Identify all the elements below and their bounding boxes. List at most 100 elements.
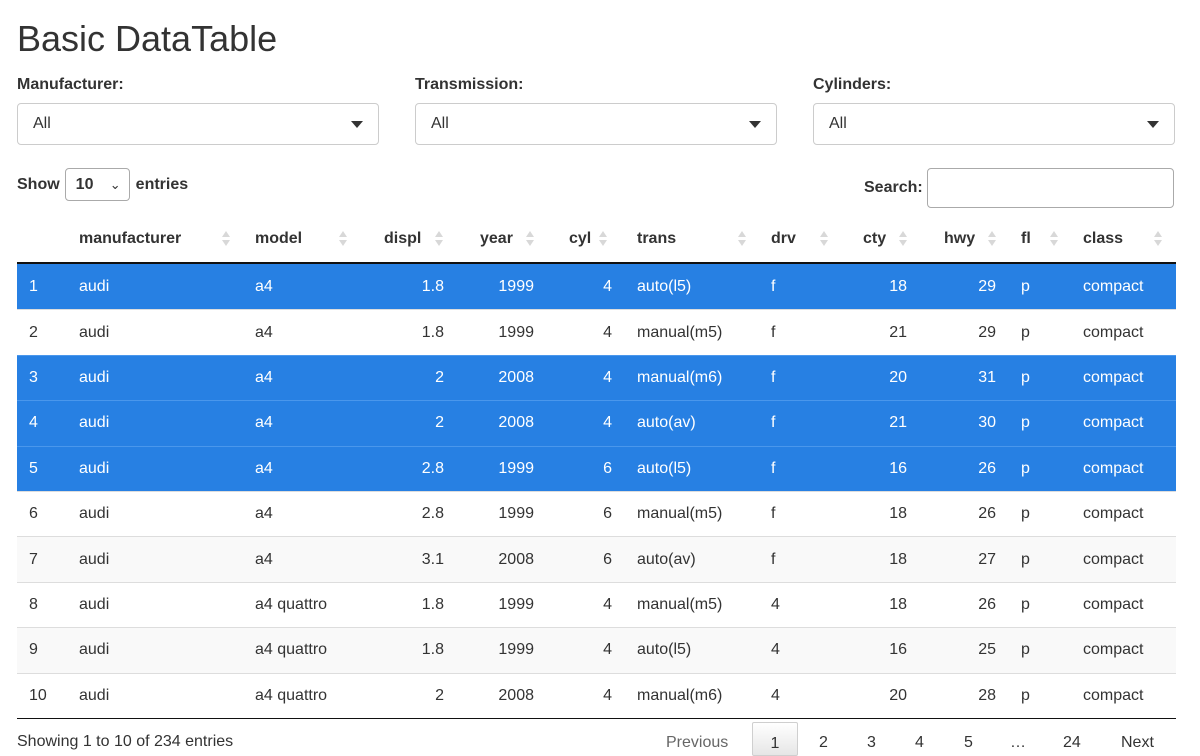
column-header-fl[interactable]: fl xyxy=(1021,216,1031,262)
cell-model: a4 quattro xyxy=(255,641,328,659)
cell-fl: p xyxy=(1021,414,1030,432)
cell-cyl: 4 xyxy=(603,323,612,341)
cell-hwy: 31 xyxy=(978,368,996,386)
page-button-4[interactable]: 4 xyxy=(915,734,924,752)
page-button-1[interactable]: 1 xyxy=(752,722,798,756)
sort-both-icon[interactable] xyxy=(221,229,231,249)
manufacturer-select[interactable]: All xyxy=(17,103,379,145)
datatable-page: Basic DataTable Manufacturer: All Transm… xyxy=(0,0,1200,756)
cell-displ: 1.8 xyxy=(421,277,444,295)
search-input[interactable] xyxy=(926,168,1174,208)
previous-page-button[interactable]: Previous xyxy=(666,734,728,752)
cell-year: 1999 xyxy=(498,323,534,341)
table-row[interactable]: 6 audi a4 2.8 1999 6 manual(m5) f 18 26 p compact xyxy=(17,490,1176,536)
search-control: Search: xyxy=(864,168,1174,208)
cell-class: compact xyxy=(1083,323,1144,341)
sort-both-icon[interactable] xyxy=(737,229,747,249)
sort-both-icon[interactable] xyxy=(819,229,829,249)
row-index: 8 xyxy=(29,595,38,613)
page-button-2[interactable]: 2 xyxy=(819,734,828,752)
cell-manufacturer: audi xyxy=(79,686,110,704)
cell-trans: auto(l5) xyxy=(637,277,692,295)
column-header-class[interactable]: class xyxy=(1083,216,1123,262)
cell-hwy: 30 xyxy=(978,414,996,432)
cell-trans: manual(m5) xyxy=(637,595,723,613)
pagination: Previous 1 2 3 4 5 … 24 Next xyxy=(0,722,1200,756)
cell-year: 2008 xyxy=(498,686,534,704)
column-header-year[interactable]: year xyxy=(480,216,513,262)
column-header-cyl[interactable]: cyl xyxy=(569,216,591,262)
sort-both-icon[interactable] xyxy=(987,229,997,249)
table-row[interactable]: 4 audi a4 2 2008 4 auto(av) f 21 30 p compact xyxy=(17,400,1176,446)
column-header-hwy[interactable]: hwy xyxy=(944,216,975,262)
page-title: Basic DataTable xyxy=(17,18,278,59)
table-row[interactable]: 7 audi a4 3.1 2008 6 auto(av) f 18 27 p compact xyxy=(17,536,1176,582)
cylinders-filter-label: Cylinders: xyxy=(813,76,892,93)
cell-cyl: 4 xyxy=(603,368,612,386)
transmission-filter: Transmission: All xyxy=(415,74,777,145)
sort-both-icon[interactable] xyxy=(434,229,444,249)
cell-class: compact xyxy=(1083,368,1144,386)
cell-trans: manual(m5) xyxy=(637,323,723,341)
sort-both-icon[interactable] xyxy=(338,229,348,249)
sort-both-icon[interactable] xyxy=(898,229,908,249)
cylinders-select-value: All xyxy=(829,115,847,132)
next-page-button[interactable]: Next xyxy=(1121,734,1154,752)
cell-model: a4 xyxy=(255,459,273,477)
cell-manufacturer: audi xyxy=(79,368,110,386)
sort-both-icon[interactable] xyxy=(525,229,535,249)
cell-year: 2008 xyxy=(498,414,534,432)
cell-model: a4 xyxy=(255,505,273,523)
page-button-3[interactable]: 3 xyxy=(867,734,876,752)
cell-cyl: 4 xyxy=(603,686,612,704)
column-header-trans[interactable]: trans xyxy=(637,216,676,262)
cell-fl: p xyxy=(1021,368,1030,386)
column-header-model[interactable]: model xyxy=(255,216,302,262)
cell-drv: f xyxy=(771,323,776,341)
cell-trans: manual(m6) xyxy=(637,686,723,704)
cell-cyl: 4 xyxy=(603,277,612,295)
cell-displ: 2.8 xyxy=(421,459,444,477)
cell-displ: 1.8 xyxy=(421,323,444,341)
cell-model: a4 quattro xyxy=(255,595,328,613)
table-row[interactable]: 5 audi a4 2.8 1999 6 auto(l5) f 16 26 p compact xyxy=(17,445,1176,491)
table-header: manufacturer model displ year cyl trans drv cty… xyxy=(17,216,1176,264)
table-row[interactable]: 2 audi a4 1.8 1999 4 manual(m5) f 21 29 p compact xyxy=(17,309,1176,354)
cell-trans: auto(l5) xyxy=(637,641,692,659)
cell-year: 1999 xyxy=(498,641,534,659)
sort-both-icon[interactable] xyxy=(1049,229,1059,249)
sort-both-icon[interactable] xyxy=(1153,229,1163,249)
cell-fl: p xyxy=(1021,595,1030,613)
manufacturer-filter: Manufacturer: All xyxy=(17,74,379,145)
transmission-select[interactable]: All xyxy=(415,103,777,145)
cell-drv: 4 xyxy=(771,686,780,704)
page-ellipsis: … xyxy=(1010,734,1026,751)
cell-year: 2008 xyxy=(498,368,534,386)
cell-fl: p xyxy=(1021,686,1030,704)
cell-manufacturer: audi xyxy=(79,414,110,432)
table-row[interactable]: 3 audi a4 2 2008 4 manual(m6) f 20 31 p compact xyxy=(17,354,1176,401)
table-row[interactable]: 8 audi a4 quattro 1.8 1999 4 manual(m5) 4 18 26 p c… xyxy=(17,581,1176,627)
column-header-drv[interactable]: drv xyxy=(771,216,796,262)
row-index: 10 xyxy=(29,686,47,704)
cell-displ: 2 xyxy=(435,414,444,432)
page-length-select[interactable]: 10 ⌄ xyxy=(64,168,130,201)
table-row[interactable]: 10 audi a4 quattro 2 2008 4 manual(m6) 4 20 28 p co… xyxy=(17,672,1176,718)
column-header-manufacturer[interactable]: manufacturer xyxy=(79,216,181,262)
cylinders-select[interactable]: All xyxy=(813,103,1175,145)
cell-displ: 1.8 xyxy=(421,641,444,659)
cell-cty: 21 xyxy=(889,414,907,432)
table-row[interactable]: 9 audi a4 quattro 1.8 1999 4 auto(l5) 4 16 25 p com… xyxy=(17,627,1176,673)
cell-fl: p xyxy=(1021,505,1030,523)
cell-cty: 20 xyxy=(889,368,907,386)
length-prefix: Show xyxy=(17,175,60,193)
row-index: 9 xyxy=(29,641,38,659)
sort-both-icon[interactable] xyxy=(598,229,608,249)
table-row[interactable]: 1 audi a4 1.8 1999 4 auto(l5) f 18 29 p compact xyxy=(17,264,1176,310)
page-button-24[interactable]: 24 xyxy=(1063,734,1081,752)
column-header-displ[interactable]: displ xyxy=(384,216,421,262)
cell-cyl: 4 xyxy=(603,641,612,659)
column-header-cty[interactable]: cty xyxy=(863,216,886,262)
transmission-select-value: All xyxy=(431,115,449,132)
cell-class: compact xyxy=(1083,686,1144,704)
